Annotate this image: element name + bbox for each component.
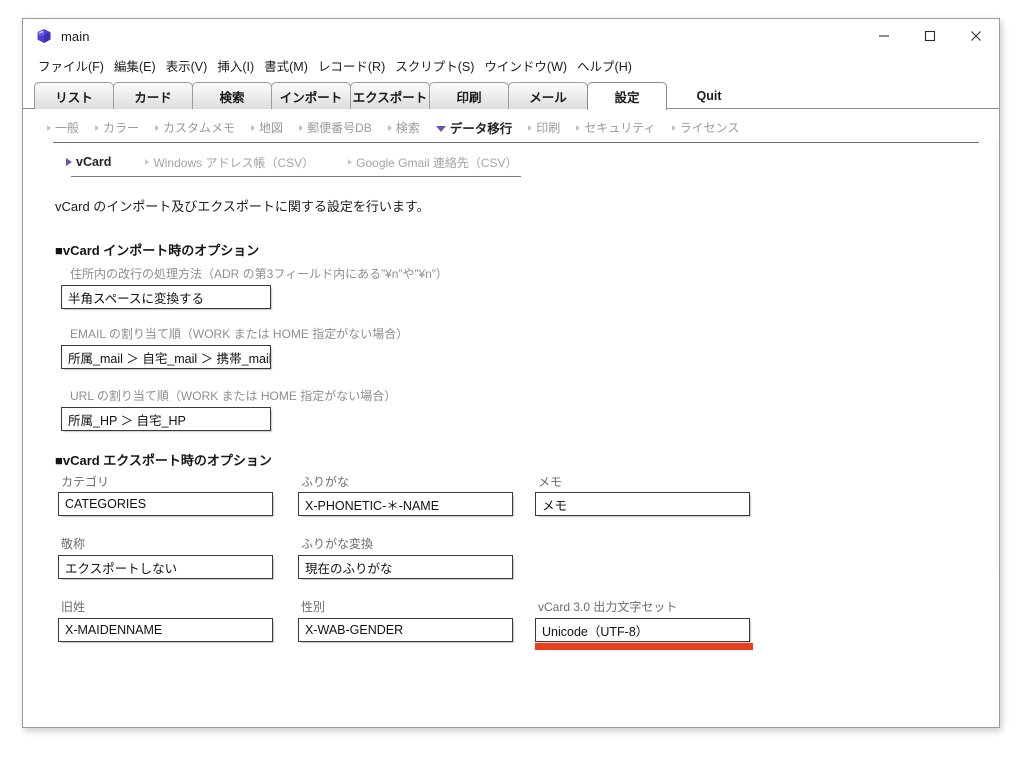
- format-nav-label: Google Gmail 連絡先（CSV）: [356, 154, 517, 171]
- chevron-right-icon: [528, 125, 532, 131]
- chevron-right-icon: [66, 158, 72, 166]
- application-window: main ファイル(F)編集(E)表示(V)挿入(I)書式(M)レコード(R)ス…: [22, 18, 1000, 728]
- category-field[interactable]: CATEGORIES: [58, 492, 273, 516]
- settings-nav-label: 地図: [259, 119, 283, 136]
- settings-nav-label: 郵便番号DB: [307, 119, 372, 136]
- settings-nav-label: セキュリティ: [584, 119, 655, 136]
- menu-bar: ファイル(F)編集(E)表示(V)挿入(I)書式(M)レコード(R)スクリプト(…: [23, 53, 999, 77]
- chevron-right-icon: [576, 125, 580, 131]
- tab-5[interactable]: 印刷: [429, 82, 509, 109]
- tab-7[interactable]: 設定: [587, 82, 667, 110]
- gender-field[interactable]: X-WAB-GENDER: [298, 618, 513, 642]
- settings-nav-item-4[interactable]: 郵便番号DB: [299, 119, 372, 136]
- chevron-right-icon: [299, 125, 303, 131]
- furigana-conversion-label: ふりがな変換: [301, 535, 373, 552]
- url-order-label: URL の割り当て順（WORK または HOME 指定がない場合）: [70, 387, 396, 404]
- honorific-label: 敬称: [61, 535, 85, 552]
- import-options-heading: ■vCard インポート時のオプション: [55, 240, 259, 259]
- menu-item-3[interactable]: 挿入(I): [212, 54, 259, 77]
- settings-nav-label: カラー: [103, 119, 139, 136]
- email-order-label: EMAIL の割り当て順（WORK または HOME 指定がない場合）: [70, 325, 408, 342]
- chevron-right-icon: [47, 125, 51, 131]
- window-controls: [861, 19, 999, 53]
- tab-0[interactable]: リスト: [34, 82, 114, 109]
- export-options-heading: ■vCard エクスポート時のオプション: [55, 450, 272, 469]
- tab-3[interactable]: インポート: [271, 82, 351, 109]
- charset-highlight-bar: [535, 643, 753, 650]
- chevron-right-icon: [251, 125, 255, 131]
- url-order-field[interactable]: 所属_HP ＞ 自宅_HP: [61, 407, 271, 431]
- memo-label: メモ: [538, 473, 562, 490]
- settings-nav-label: データ移行: [450, 118, 513, 137]
- format-nav-label: Windows アドレス帳（CSV）: [153, 154, 314, 171]
- settings-nav-item-5[interactable]: 検索: [388, 119, 420, 136]
- settings-nav-item-9[interactable]: ライセンス: [672, 119, 740, 136]
- furigana-label: ふりがな: [301, 473, 349, 490]
- chevron-down-icon: [436, 126, 446, 132]
- format-nav-item-2[interactable]: Google Gmail 連絡先（CSV）: [348, 154, 517, 171]
- data-migration-format-nav: vCard Windows アドレス帳（CSV） Google Gmail 連絡先（…: [23, 149, 999, 175]
- address-linebreak-field[interactable]: 半角スペースに変換する: [61, 285, 271, 309]
- menu-item-8[interactable]: ヘルプ(H): [572, 54, 637, 77]
- settings-nav-item-0[interactable]: 一般: [47, 119, 79, 136]
- tab-2[interactable]: 検索: [192, 82, 272, 109]
- gender-label: 性別: [301, 598, 325, 615]
- settings-nav-label: 検索: [396, 119, 420, 136]
- menu-item-7[interactable]: ウインドウ(W): [479, 54, 572, 77]
- maiden-name-label: 旧姓: [61, 598, 85, 615]
- charset-label: vCard 3.0 出力文字セット: [538, 598, 677, 615]
- chevron-right-icon: [145, 159, 149, 165]
- maximize-button[interactable]: [907, 19, 953, 53]
- honorific-field[interactable]: エクスポートしない: [58, 555, 273, 579]
- settings-nav-item-3[interactable]: 地図: [251, 119, 283, 136]
- menu-item-2[interactable]: 表示(V): [161, 54, 213, 77]
- format-nav-label: vCard: [76, 155, 111, 169]
- format-nav-item-1[interactable]: Windows アドレス帳（CSV）: [145, 154, 314, 171]
- window-title: main: [61, 29, 90, 44]
- tab-8[interactable]: Quit: [666, 82, 752, 109]
- settings-nav-item-8[interactable]: セキュリティ: [576, 119, 655, 136]
- settings-nav-item-1[interactable]: カラー: [95, 119, 139, 136]
- settings-nav-label: 印刷: [536, 119, 560, 136]
- settings-nav-item-2[interactable]: カスタムメモ: [155, 119, 235, 136]
- menu-item-1[interactable]: 編集(E): [109, 54, 161, 77]
- furigana-conversion-field[interactable]: 現在のふりがな: [298, 555, 513, 579]
- screen: main ファイル(F)編集(E)表示(V)挿入(I)書式(M)レコード(R)ス…: [0, 0, 1024, 765]
- settings-nav-label: カスタムメモ: [163, 119, 235, 136]
- format-nav-item-0[interactable]: vCard: [66, 155, 111, 169]
- intro-text: vCard のインポート及びエクスポートに関する設定を行います。: [55, 196, 430, 215]
- settings-nav-item-7[interactable]: 印刷: [528, 119, 560, 136]
- menu-item-4[interactable]: 書式(M): [259, 54, 313, 77]
- chevron-right-icon: [95, 125, 99, 131]
- email-order-field[interactable]: 所属_mail ＞ 自宅_mail ＞ 携帯_mail: [61, 345, 271, 369]
- category-label: カテゴリ: [61, 473, 109, 490]
- menu-item-0[interactable]: ファイル(F): [33, 54, 109, 77]
- primary-tab-strip: リストカード検索インポートエクスポート印刷メール設定Quit: [23, 80, 999, 109]
- charset-field[interactable]: Unicode（UTF-8）: [535, 618, 750, 642]
- tab-4[interactable]: エクスポート: [350, 82, 430, 109]
- settings-nav-label: 一般: [55, 119, 79, 136]
- close-button[interactable]: [953, 19, 999, 53]
- address-linebreak-label: 住所内の改行の処理方法（ADR の第3フィールド内にある”¥n”や”¥n”）: [70, 265, 448, 282]
- maiden-name-field[interactable]: X-MAIDENNAME: [58, 618, 273, 642]
- settings-category-nav: 一般 カラー カスタムメモ 地図 郵便番号DB 検索 データ移行 印刷 セキュリティ ライセンス: [23, 114, 999, 141]
- settings-nav-item-6[interactable]: データ移行: [436, 118, 513, 137]
- tab-1[interactable]: カード: [113, 82, 193, 109]
- window-right-edge: [996, 139, 999, 569]
- chevron-right-icon: [388, 125, 392, 131]
- tab-6[interactable]: メール: [508, 82, 588, 109]
- menu-item-6[interactable]: スクリプト(S): [390, 54, 479, 77]
- settings-nav-label: ライセンス: [680, 119, 740, 136]
- minimize-button[interactable]: [861, 19, 907, 53]
- furigana-field[interactable]: X-PHONETIC-＊-NAME: [298, 492, 513, 516]
- title-bar: main: [23, 19, 999, 53]
- chevron-right-icon: [672, 125, 676, 131]
- chevron-right-icon: [155, 125, 159, 131]
- memo-field[interactable]: メモ: [535, 492, 750, 516]
- menu-item-5[interactable]: レコード(R): [313, 54, 390, 77]
- chevron-right-icon: [348, 159, 352, 165]
- app-cube-icon: [35, 27, 53, 45]
